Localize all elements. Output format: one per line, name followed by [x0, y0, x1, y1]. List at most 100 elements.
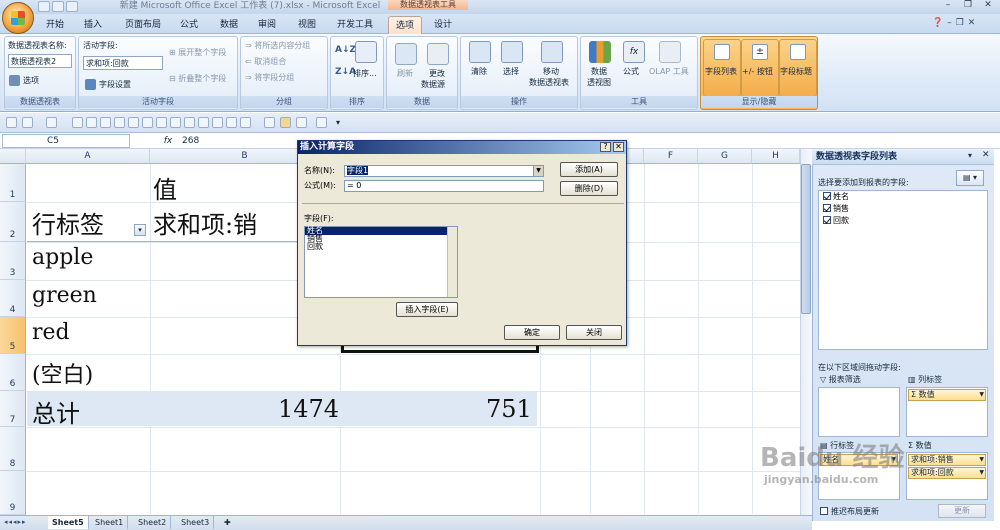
layout-options-icon[interactable]: ▤ ▾ — [956, 170, 984, 186]
tab-design[interactable]: 设计 — [426, 16, 460, 34]
tab-insert[interactable]: 插入 — [76, 16, 110, 34]
col-header-h[interactable]: H — [752, 149, 800, 164]
select-button[interactable]: 选择 — [503, 66, 519, 77]
group-selection-button[interactable]: ⇒ 将所选内容分组 — [245, 40, 310, 51]
plus-minus-toggle[interactable]: ± +/- 按钮 — [741, 39, 779, 97]
ribbon-restore-icon[interactable]: ❐ — [956, 17, 964, 29]
checkbox-checked-icon[interactable] — [823, 216, 831, 224]
sheet-nav-arrows-icon[interactable]: ◂◂◂▸▸ — [4, 516, 27, 529]
field-headers-toggle[interactable]: 字段标题 — [779, 39, 817, 97]
tab-home[interactable]: 开始 — [38, 16, 72, 34]
paste-icon[interactable] — [240, 117, 251, 128]
ungroup-button[interactable]: ⇐ 取消组合 — [245, 56, 286, 67]
cell-a4[interactable]: green — [32, 283, 97, 308]
row-header-5[interactable]: 5 — [0, 317, 26, 354]
pivot-chart-button[interactable]: 数据 — [591, 66, 607, 77]
checkbox-checked-icon[interactable] — [823, 192, 831, 200]
cell-b2-sum-sales[interactable]: 求和项:销 — [153, 205, 257, 240]
options-button[interactable]: 选项 — [23, 75, 39, 86]
field-checkbox-sales[interactable]: 销售 — [819, 203, 987, 215]
name-dropdown-icon[interactable]: ▼ — [533, 166, 543, 176]
cell-c7[interactable]: 751 — [486, 395, 532, 423]
field-checkbox-name[interactable]: 姓名 — [819, 191, 987, 203]
row-header-6[interactable]: 6 — [0, 354, 26, 391]
chip-dropdown-icon[interactable]: ▼ — [979, 390, 984, 400]
redo-icon[interactable] — [66, 1, 78, 12]
pane-close-icon[interactable]: ✕ — [982, 150, 990, 160]
print-icon[interactable] — [100, 117, 111, 128]
qat-customize-icon[interactable]: ▾ — [336, 117, 347, 128]
tab-formulas[interactable]: 公式 — [172, 16, 206, 34]
move-pivot-button[interactable]: 移动 — [543, 66, 559, 77]
new-icon[interactable] — [72, 117, 83, 128]
tab-data[interactable]: 数据 — [212, 16, 246, 34]
open-icon[interactable] — [86, 117, 97, 128]
cell-b1-values-caption[interactable]: 值 — [153, 170, 177, 205]
close-button[interactable]: ✕ — [978, 0, 998, 11]
change-source-button[interactable]: 更改 — [429, 68, 445, 79]
save-icon[interactable] — [6, 117, 17, 128]
format-icon[interactable] — [226, 117, 237, 128]
row-header-2[interactable]: 2 — [0, 202, 26, 242]
update-button[interactable]: 更新 — [938, 504, 986, 518]
borders-icon[interactable] — [142, 117, 153, 128]
column-chip-values[interactable]: Σ 数值 ▼ — [908, 389, 986, 401]
col-header-f[interactable]: F — [644, 149, 698, 164]
group-field-button[interactable]: ⇒ 将字段分组 — [245, 72, 294, 83]
field-item-payment[interactable]: 回款 — [305, 243, 457, 251]
collapse-field-button[interactable]: ⊟ 折叠整个字段 — [169, 73, 226, 84]
row-header-7[interactable]: 7 — [0, 391, 26, 427]
dialog-close-icon[interactable]: ✕ — [613, 142, 624, 152]
chart-icon[interactable] — [170, 117, 181, 128]
ribbon-minimize-icon[interactable]: – — [947, 17, 952, 29]
formulas-button[interactable]: 公式 — [623, 66, 639, 77]
ribbon-close-icon[interactable]: ✕ — [968, 17, 976, 29]
fields-listbox[interactable]: 姓名 销售 回款 — [304, 226, 458, 298]
new-sheet-icon[interactable]: ✚ — [220, 516, 235, 529]
row-header-8[interactable]: 8 — [0, 427, 26, 471]
name-box[interactable]: C5 — [2, 134, 130, 148]
sheet-tab-sheet1[interactable]: Sheet1 — [91, 516, 129, 529]
restore-button[interactable]: ❐ — [958, 0, 978, 11]
tab-options[interactable]: 选项 — [388, 16, 422, 34]
row-header-9[interactable]: 9 — [0, 471, 26, 515]
clear-button[interactable]: 清除 — [471, 66, 487, 77]
row-header-3[interactable]: 3 — [0, 242, 26, 280]
pane-dropdown-icon[interactable]: ▾ — [968, 151, 972, 160]
undo-icon[interactable] — [52, 1, 64, 12]
change-source-button-line2[interactable]: 数据源 — [421, 79, 445, 90]
ok-button[interactable]: 确定 — [504, 325, 560, 340]
checkbox-empty-icon[interactable] — [820, 507, 828, 515]
pivot-chart-button-line2[interactable]: 透视图 — [587, 77, 611, 88]
macro-icon[interactable] — [264, 117, 275, 128]
expand-field-button[interactable]: ⊞ 展开整个字段 — [169, 47, 226, 58]
camera-icon[interactable] — [296, 117, 307, 128]
insert-field-button[interactable]: 插入字段(E) — [396, 302, 458, 317]
redo-icon[interactable] — [46, 117, 57, 128]
col-header-a[interactable]: A — [26, 149, 150, 164]
field-settings-button[interactable]: 字段设置 — [99, 79, 131, 90]
formula-content[interactable]: 268 — [182, 133, 199, 149]
save-icon[interactable] — [38, 1, 50, 12]
vertical-scroll-thumb[interactable] — [801, 164, 811, 314]
name-input[interactable]: 字段1 ▼ — [344, 165, 544, 177]
row-header-1[interactable]: 1 — [0, 164, 26, 202]
report-filter-area[interactable] — [818, 387, 900, 437]
delete-button[interactable]: 删除(D) — [560, 181, 618, 196]
field-list-toggle[interactable]: 字段列表 — [703, 39, 741, 97]
minimize-button[interactable]: – — [938, 0, 958, 11]
col-header-g[interactable]: G — [698, 149, 752, 164]
cell-a7-grand-total[interactable]: 总计 — [32, 394, 80, 429]
tab-developer[interactable]: 开发工具 — [330, 16, 380, 34]
preview-icon[interactable] — [114, 117, 125, 128]
dialog-close-button[interactable]: 关闭 — [566, 325, 622, 340]
fx-icon[interactable]: fx — [160, 134, 176, 148]
refresh-button[interactable]: 刷新 — [397, 68, 413, 79]
office-button[interactable] — [2, 2, 34, 34]
tab-view[interactable]: 视图 — [290, 16, 324, 34]
undo-icon[interactable] — [22, 117, 33, 128]
tab-page-layout[interactable]: 页面布局 — [118, 16, 168, 34]
row-label-filter-icon[interactable]: ▾ — [134, 224, 146, 236]
olap-tools-button[interactable]: OLAP 工具 — [649, 66, 689, 77]
select-all-corner[interactable] — [0, 149, 26, 164]
